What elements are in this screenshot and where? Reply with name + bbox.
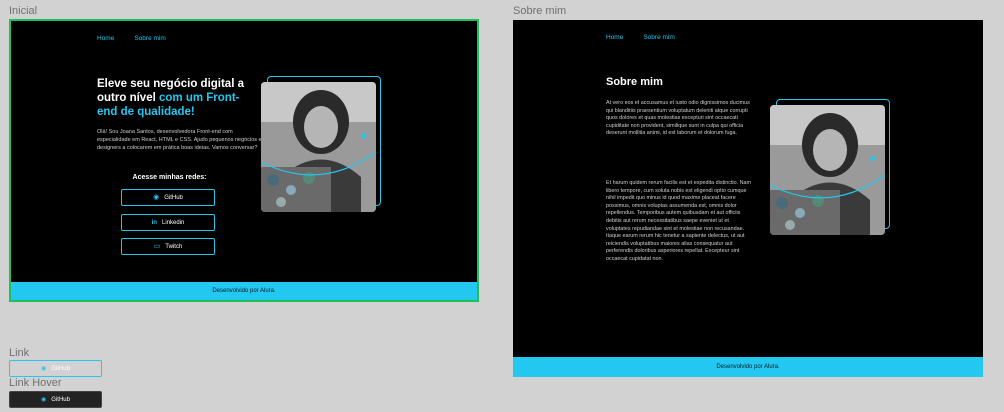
nav-bar: Home Sobre mim (97, 35, 166, 42)
profile-photo: ✦ (770, 105, 885, 235)
svg-text:✦: ✦ (868, 152, 878, 166)
twitch-button[interactable]: ▭ Twitch (121, 238, 215, 255)
profile-photo-group: ✦ (261, 76, 386, 216)
nav-home-link[interactable]: Home (606, 34, 623, 41)
frame-sobre-mim: Home Sobre mim Sobre mim At vero eos et … (513, 20, 983, 377)
footer: Desenvolvido por Alura. (513, 357, 983, 377)
github-button-label: GitHub (164, 194, 183, 201)
frame-label-inicial: Inicial (9, 5, 38, 17)
state-label-link-hover: Link Hover (9, 377, 62, 389)
github-icon: ◉ (41, 366, 47, 372)
linkedin-button[interactable]: in Linkedin (121, 214, 215, 231)
nav-home-link[interactable]: Home (97, 35, 114, 42)
linkedin-button-label: Linkedin (161, 219, 185, 226)
github-button-label: GitHub (51, 396, 70, 403)
frame-inicial: Home Sobre mim Eleve seu negócio digital… (9, 19, 479, 302)
linkedin-icon: in (151, 219, 157, 226)
networks-title: Acesse minhas redes: (132, 174, 207, 181)
github-button-default-state[interactable]: ◉ GitHub (9, 360, 102, 377)
github-button[interactable]: ◉ GitHub (121, 189, 215, 206)
frame-label-sobre-mim: Sobre mim (513, 5, 567, 17)
github-button-label: GitHub (51, 365, 70, 372)
github-icon: ◉ (41, 397, 47, 403)
github-icon: ◉ (153, 194, 160, 201)
profile-photo-group: ✦ (770, 99, 895, 239)
footer: Desenvolvido por Alura. (11, 282, 477, 300)
profile-photo: ✦ (261, 82, 376, 212)
state-label-link: Link (9, 347, 30, 359)
about-paragraph-2: Et harum quidem rerum facilis est et exp… (606, 180, 752, 262)
github-button-hover-state[interactable]: ◉ GitHub (9, 391, 102, 408)
nav-about-link[interactable]: Sobre mim (643, 34, 674, 41)
twitch-button-label: Twitch (165, 243, 183, 250)
about-paragraph-1: At vero eos et accusamus et iusto odio d… (606, 100, 750, 137)
profile-photo-illustration: ✦ (770, 105, 885, 235)
hero-title: Eleve seu negócio digital a outro nível … (97, 77, 257, 119)
nav-bar: Home Sobre mim (606, 34, 675, 41)
hero-description: Olá! Sou Joana Santos, desenvolvedora Fr… (97, 129, 262, 151)
profile-photo-illustration: ✦ (261, 82, 376, 212)
twitch-icon: ▭ (153, 243, 161, 250)
about-title: Sobre mim (606, 76, 663, 88)
nav-about-link[interactable]: Sobre mim (134, 35, 165, 42)
svg-text:✦: ✦ (359, 129, 369, 143)
